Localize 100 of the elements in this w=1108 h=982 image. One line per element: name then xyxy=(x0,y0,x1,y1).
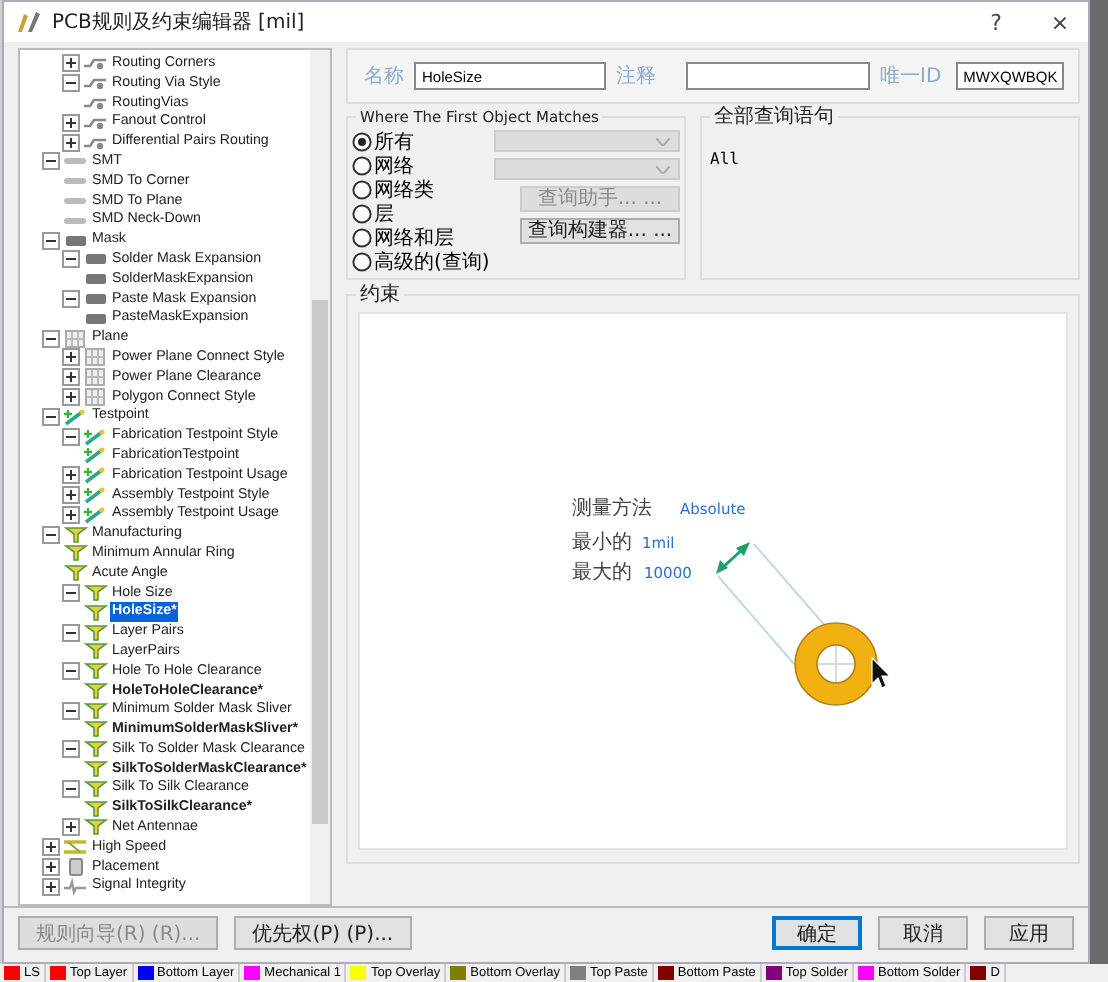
expander-icon[interactable] xyxy=(42,877,60,896)
group-title: 全部查询语句 xyxy=(710,106,838,128)
query-text: All xyxy=(710,150,739,168)
trace-icon xyxy=(82,113,108,132)
id-label: 唯一ID xyxy=(880,63,942,90)
expander-icon[interactable] xyxy=(62,427,80,446)
radio-button[interactable] xyxy=(352,252,372,272)
trace-icon xyxy=(82,74,108,93)
funnel-icon xyxy=(62,544,88,563)
radio-button[interactable] xyxy=(352,204,372,224)
trace-icon xyxy=(82,54,108,73)
radio-button[interactable] xyxy=(352,132,372,152)
probe-icon xyxy=(62,407,88,426)
dialog-button[interactable]: 确定 xyxy=(772,916,862,950)
help-button[interactable]: ? xyxy=(968,9,1024,35)
funnel-icon xyxy=(82,701,108,720)
funnel-icon xyxy=(82,681,108,700)
radio-label[interactable]: 高级的(查询) xyxy=(374,248,490,276)
radio-label[interactable]: 网络 xyxy=(374,152,414,180)
mask-icon xyxy=(62,231,88,250)
signal-icon xyxy=(62,877,88,896)
expander-icon[interactable] xyxy=(42,152,60,171)
mask-icon xyxy=(82,250,108,269)
grid-icon xyxy=(62,329,88,348)
method-label: 测量方法 xyxy=(572,495,652,522)
radio-label[interactable]: 网络类 xyxy=(374,176,434,204)
caret-icon xyxy=(656,137,670,145)
probe-icon xyxy=(82,427,108,446)
min-label: 最小的 xyxy=(572,529,632,556)
probe-icon xyxy=(82,505,108,524)
expander-icon[interactable] xyxy=(62,348,80,367)
expander-icon[interactable] xyxy=(62,485,80,504)
wires-icon xyxy=(62,838,88,857)
caret-icon xyxy=(656,165,670,173)
mask-icon xyxy=(82,270,108,289)
expander-icon[interactable] xyxy=(62,368,80,387)
radio-button[interactable] xyxy=(352,180,372,200)
dialog-button[interactable]: 应用 xyxy=(984,916,1074,950)
comment-label: 注释 xyxy=(616,63,656,90)
radio-button[interactable] xyxy=(352,156,372,176)
mask-icon xyxy=(82,309,108,328)
grid-icon xyxy=(82,348,108,367)
funnel-icon xyxy=(62,564,88,583)
trace-icon xyxy=(82,93,108,112)
grid-icon xyxy=(82,387,108,406)
expander-icon[interactable] xyxy=(42,329,60,348)
expander-icon[interactable] xyxy=(62,623,80,641)
trace-icon xyxy=(82,133,108,152)
probe-icon xyxy=(82,485,108,504)
radio-label[interactable]: 层 xyxy=(374,200,394,228)
expander-icon[interactable] xyxy=(42,858,60,877)
expander-icon[interactable] xyxy=(62,133,80,152)
pencil-icon xyxy=(16,10,44,34)
expander-icon[interactable] xyxy=(62,466,80,485)
max-label: 最大的 xyxy=(572,559,632,586)
funnel-icon xyxy=(82,779,108,798)
mask-icon xyxy=(82,289,108,308)
expander-icon[interactable] xyxy=(62,818,80,837)
funnel-icon xyxy=(82,720,108,739)
radio-label[interactable]: 网络和层 xyxy=(374,224,454,252)
expander-icon[interactable] xyxy=(42,838,60,857)
comment-field[interactable] xyxy=(686,62,870,90)
expander-icon[interactable] xyxy=(42,525,60,544)
expander-icon[interactable] xyxy=(62,387,80,406)
close-button[interactable]: × xyxy=(1032,9,1088,35)
funnel-icon xyxy=(82,760,108,779)
expander-icon[interactable] xyxy=(62,583,80,602)
expander-icon[interactable] xyxy=(62,74,80,93)
funnel-icon xyxy=(82,818,108,837)
expander-icon[interactable] xyxy=(62,250,80,269)
funnel-icon xyxy=(82,603,108,622)
funnel-icon xyxy=(82,740,108,759)
group-title: 约束 xyxy=(356,284,404,306)
expander-icon[interactable] xyxy=(62,779,80,798)
expander-icon[interactable] xyxy=(42,407,60,426)
expander-icon[interactable] xyxy=(62,289,80,308)
funnel-icon xyxy=(82,583,108,602)
grid-icon xyxy=(82,368,108,387)
funnel-icon xyxy=(62,525,88,544)
expander-icon[interactable] xyxy=(42,231,60,250)
radio-label[interactable]: 所有 xyxy=(374,128,414,156)
expander-icon[interactable] xyxy=(62,505,80,524)
window-title: PCB规则及约束编辑器 [mil] xyxy=(52,9,305,36)
expander-icon[interactable] xyxy=(62,662,80,681)
funnel-icon xyxy=(82,662,108,681)
radio-button[interactable] xyxy=(352,228,372,248)
expander-icon[interactable] xyxy=(62,54,80,73)
expander-icon[interactable] xyxy=(62,701,80,720)
funnel-icon xyxy=(82,799,108,818)
expander-icon[interactable] xyxy=(62,740,80,759)
funnel-icon xyxy=(82,642,108,661)
query-builder-button[interactable]: 查询构建器... ... xyxy=(520,218,680,244)
probe-icon xyxy=(82,466,108,485)
funnel-icon xyxy=(82,623,108,641)
probe-icon xyxy=(82,446,108,465)
dialog-button[interactable]: 取消 xyxy=(878,916,968,950)
expander-icon[interactable] xyxy=(62,113,80,132)
name-label: 名称 xyxy=(364,64,404,90)
dialog-button[interactable]: 优先权(P) (P)... xyxy=(234,916,412,950)
scrollbar[interactable] xyxy=(310,50,330,904)
